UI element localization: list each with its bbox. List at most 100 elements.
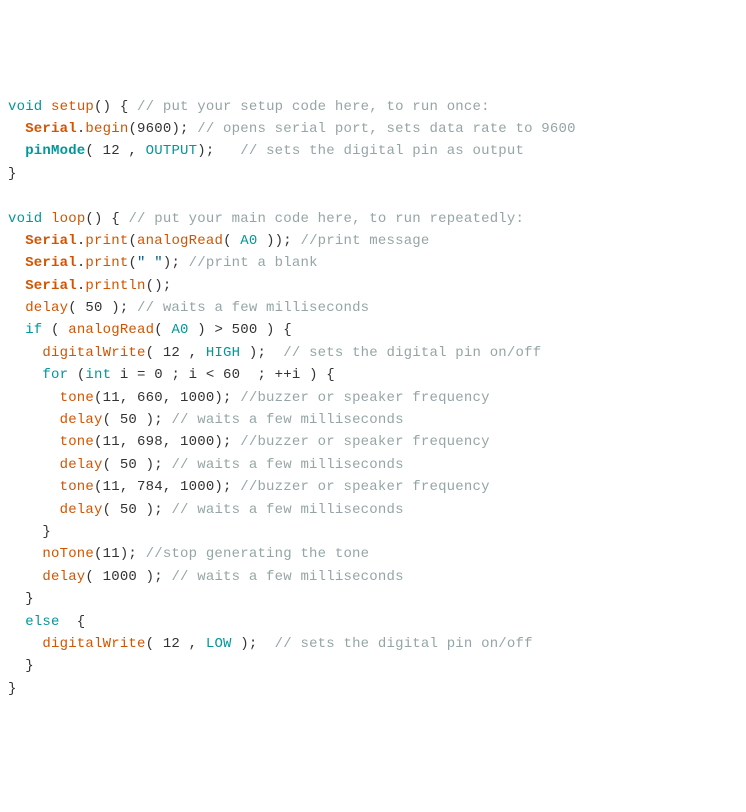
token-fn: delay xyxy=(60,457,103,473)
token-p: ( 50 ); xyxy=(103,457,172,473)
code-line: } xyxy=(8,655,738,677)
token-p: ); xyxy=(197,143,240,159)
code-line: } xyxy=(8,588,738,610)
token-p: ); xyxy=(163,255,189,271)
token-p xyxy=(8,569,42,585)
token-p: () { xyxy=(85,211,128,227)
token-fn: delay xyxy=(60,502,103,518)
code-line: noTone(11); //stop generating the tone xyxy=(8,543,738,565)
code-line: tone(11, 784, 1000); //buzzer or speaker… xyxy=(8,476,738,498)
token-cmt: //buzzer or speaker frequency xyxy=(240,390,489,406)
code-line: tone(11, 660, 1000); //buzzer or speaker… xyxy=(8,387,738,409)
code-line: tone(11, 698, 1000); //buzzer or speaker… xyxy=(8,431,738,453)
token-p xyxy=(8,143,25,159)
token-p: (11, 784, 1000); xyxy=(94,479,240,495)
token-p xyxy=(8,300,25,316)
token-pin: pinMode xyxy=(25,143,85,159)
token-p: ( 1000 ); xyxy=(85,569,171,585)
token-kw: if xyxy=(25,322,42,338)
code-line: } xyxy=(8,521,738,543)
token-p: } xyxy=(8,658,34,674)
token-p: ( xyxy=(128,233,137,249)
token-p: ( xyxy=(42,322,68,338)
token-p: } xyxy=(8,524,51,540)
token-typ: Serial xyxy=(25,278,77,294)
token-p: ( 12 , xyxy=(146,636,206,652)
token-dw: digitalWrite xyxy=(42,345,145,361)
token-fn: loop xyxy=(51,211,85,227)
token-cmt: // waits a few milliseconds xyxy=(171,502,403,518)
token-cmt: // put your main code here, to run repea… xyxy=(128,211,524,227)
token-p: (11); xyxy=(94,546,146,562)
token-p: } xyxy=(8,591,34,607)
token-const: HIGH xyxy=(206,345,240,361)
code-line: delay( 50 ); // waits a few milliseconds xyxy=(8,409,738,431)
token-p: ( 50 ); xyxy=(103,412,172,428)
token-p: ( xyxy=(68,367,85,383)
token-p xyxy=(8,121,25,137)
token-p: (11, 660, 1000); xyxy=(94,390,240,406)
token-p: (); xyxy=(146,278,172,294)
token-kw: void xyxy=(8,211,42,227)
code-line: digitalWrite( 12 , LOW ); // sets the di… xyxy=(8,633,738,655)
token-fn: noTone xyxy=(42,546,94,562)
token-p xyxy=(42,211,51,227)
token-cmt: // waits a few milliseconds xyxy=(171,457,403,473)
token-fn: delay xyxy=(42,569,85,585)
code-block: void setup() { // put your setup code he… xyxy=(8,96,738,701)
token-dw: digitalWrite xyxy=(42,636,145,652)
token-fn: print xyxy=(85,233,128,249)
token-p: (11, 698, 1000); xyxy=(94,434,240,450)
token-p xyxy=(8,502,60,518)
token-const: OUTPUT xyxy=(146,143,198,159)
token-p xyxy=(8,345,42,361)
token-fn: setup xyxy=(51,99,94,115)
code-line: Serial.println(); xyxy=(8,275,738,297)
code-line: delay( 50 ); // waits a few milliseconds xyxy=(8,454,738,476)
token-p: ); xyxy=(232,636,275,652)
code-line: pinMode( 12 , OUTPUT); // sets the digit… xyxy=(8,140,738,162)
token-p: i = 0 ; i < 60 ; ++i ) { xyxy=(111,367,335,383)
token-p xyxy=(8,546,42,562)
token-p xyxy=(8,278,25,294)
token-p xyxy=(8,367,42,383)
code-line: void setup() { // put your setup code he… xyxy=(8,96,738,118)
token-p xyxy=(8,636,42,652)
code-line: if ( analogRead( A0 ) > 500 ) { xyxy=(8,319,738,341)
code-line: } xyxy=(8,678,738,700)
token-fn: begin xyxy=(85,121,128,137)
token-p: () { xyxy=(94,99,137,115)
token-p xyxy=(8,255,25,271)
token-typ: Serial xyxy=(25,255,77,271)
token-fn: print xyxy=(85,255,128,271)
token-cmt: //stop generating the tone xyxy=(146,546,370,562)
token-str: " " xyxy=(137,255,163,271)
token-cmt: // waits a few milliseconds xyxy=(171,569,403,585)
token-fn: analogRead xyxy=(68,322,154,338)
token-p xyxy=(8,457,60,473)
token-fn: analogRead xyxy=(137,233,223,249)
code-line: else { xyxy=(8,611,738,633)
token-p: ( xyxy=(128,255,137,271)
token-p: ( 50 ); xyxy=(68,300,137,316)
token-cmt: // put your setup code here, to run once… xyxy=(137,99,490,115)
token-kw: int xyxy=(85,367,111,383)
token-fn: println xyxy=(85,278,145,294)
token-p xyxy=(8,322,25,338)
token-kw: void xyxy=(8,99,42,115)
token-fn: tone xyxy=(60,390,94,406)
token-fn: tone xyxy=(60,434,94,450)
token-p: ( xyxy=(154,322,171,338)
token-cmt: //buzzer or speaker frequency xyxy=(240,479,489,495)
token-p xyxy=(8,233,25,249)
token-cmt: //buzzer or speaker frequency xyxy=(240,434,489,450)
code-line: for (int i = 0 ; i < 60 ; ++i ) { xyxy=(8,364,738,386)
code-line: void loop() { // put your main code here… xyxy=(8,208,738,230)
code-line: delay( 50 ); // waits a few milliseconds xyxy=(8,297,738,319)
token-p xyxy=(8,390,60,406)
token-p xyxy=(8,614,25,630)
token-cmt: // sets the digital pin on/off xyxy=(283,345,541,361)
token-fn: tone xyxy=(60,479,94,495)
token-p: )); xyxy=(257,233,300,249)
token-kw: for xyxy=(42,367,68,383)
